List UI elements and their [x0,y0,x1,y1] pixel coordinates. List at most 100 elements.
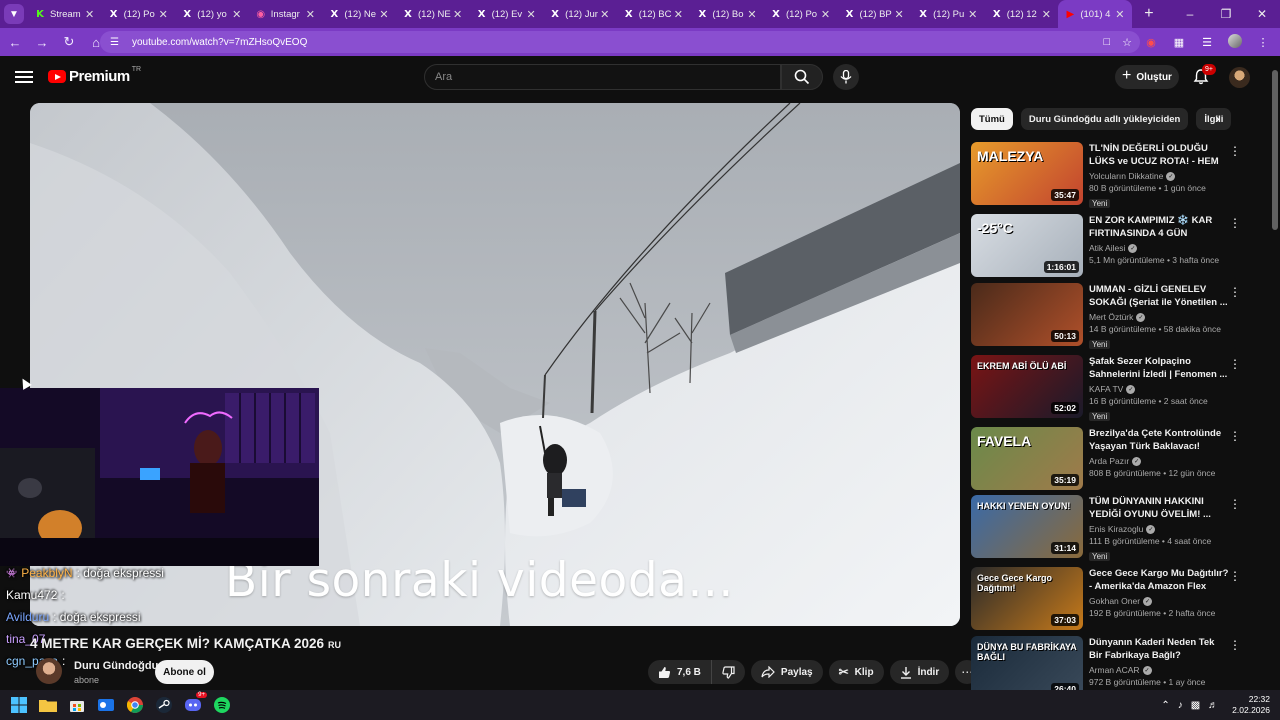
recommended-channel[interactable]: KAFA TV ✓ [1089,384,1229,394]
youtube-logo[interactable]: Premium TR [48,66,141,85]
discord-icon[interactable]: 9+ [183,692,207,715]
browser-menu-icon[interactable]: ⋮ [1254,36,1272,49]
profile-avatar[interactable] [1226,33,1244,51]
filter-chip[interactable]: Tümü [971,108,1013,130]
network-icon[interactable]: ▩ [1191,700,1200,711]
like-button[interactable]: 7,6 B [648,660,712,684]
browser-tab[interactable]: K Stream ✕ [28,0,102,28]
more-options-icon[interactable]: ⋮ [1229,429,1241,443]
tab-close-icon[interactable]: ✕ [599,8,611,21]
video-thumbnail[interactable]: EKREM ABİ ÖLÜ ABİ 52:02 [971,355,1083,418]
subscribe-button[interactable]: Abone ol [155,660,214,684]
browser-tab[interactable]: X (12) Jur ✕ [543,0,617,28]
voice-search-button[interactable] [833,64,859,90]
reading-list-icon[interactable]: ☰ [1198,36,1216,49]
share-button[interactable]: Paylaş [750,660,823,684]
maximize-button[interactable]: ❐ [1208,0,1244,28]
recommended-video-title[interactable]: TL'NİN DEĞERLİ OLDUĞU LÜKS ve UCUZ ROTA!… [1089,142,1229,168]
browser-tab[interactable]: X (12) yo ✕ [175,0,249,28]
video-thumbnail[interactable]: -25°C 1:16:01 [971,214,1083,277]
recommended-video-title[interactable]: UMMAN - GİZLİ GENELEV SOKAĞI (Şeriat ile… [1089,283,1229,309]
bookmark-star-icon[interactable]: ☆ [1122,36,1132,49]
recommended-channel[interactable]: Yolcuların Dikkatine ✓ [1089,171,1229,181]
recommended-video-title[interactable]: EN ZOR KAMPIMIZ ❄️ KAR FIRTINASINDA 4 GÜ… [1089,214,1229,240]
recommended-video[interactable]: EKREM ABİ ÖLÜ ABİ 52:02 Şafak Sezer Kolpaç… [971,355,1241,421]
windows-start-icon[interactable] [9,695,29,715]
tray-overflow-icon[interactable]: ⌃ [1161,700,1169,711]
account-avatar[interactable] [1229,67,1250,88]
create-button[interactable]: + Oluştur [1115,65,1179,89]
tab-close-icon[interactable]: ✕ [967,8,979,21]
recommended-video-title[interactable]: Şafak Sezer Kolpaçino Sahnelerini İzledi… [1089,355,1229,381]
browser-tab[interactable]: X (12) Pu ✕ [911,0,985,28]
recommended-channel[interactable]: Enis Kirazoglu ✓ [1089,524,1229,534]
recommended-channel[interactable]: Atik Ailesi ✓ [1089,243,1229,253]
clip-button[interactable]: ✂ Klip [828,660,884,684]
store-icon[interactable] [67,695,87,715]
video-thumbnail[interactable]: HAKKI YENEN OYUN! 31:14 [971,495,1083,558]
site-info-icon[interactable]: ☰ [110,37,124,48]
recommended-channel[interactable]: Arda Pazır ✓ [1089,456,1229,466]
browser-tab[interactable]: X (12) Ev ✕ [470,0,544,28]
recommended-channel[interactable]: Mert Öztürk ✓ [1089,312,1229,322]
guide-menu-icon[interactable] [14,67,34,87]
channel-avatar[interactable] [36,658,62,684]
browser-tab[interactable]: X (12) Po ✕ [102,0,176,28]
recommended-video[interactable]: -25°C 1:16:01 EN ZOR KAMPIMIZ ❄️ KAR FIRTI… [971,214,1241,280]
tab-close-icon[interactable]: ✕ [231,8,243,21]
browser-tab[interactable]: X (12) 12 ✕ [985,0,1059,28]
back-button[interactable]: ← [3,30,27,54]
file-explorer-icon[interactable] [38,695,58,715]
browser-tab[interactable]: X (12) Po ✕ [764,0,838,28]
extensions-puzzle-icon[interactable]: ▦ [1170,36,1188,49]
new-tab-button[interactable]: + [1138,5,1160,23]
close-window-button[interactable]: ✕ [1244,0,1280,28]
tab-close-icon[interactable]: ✕ [452,8,464,21]
more-options-icon[interactable]: ⋮ [1229,216,1241,230]
browser-tab[interactable]: X (12) NE ✕ [396,0,470,28]
microphone-tray-icon[interactable]: ♪ [1178,700,1183,711]
notifications-button[interactable]: 9+ [1192,64,1216,88]
tab-close-icon[interactable]: ✕ [378,8,390,21]
video-thumbnail[interactable]: MALEZYA 35:47 [971,142,1083,205]
scrollbar-thumb[interactable] [1272,70,1278,230]
browser-tab[interactable]: ◉ Instagr ✕ [249,0,323,28]
more-options-icon[interactable]: ⋮ [1229,144,1241,158]
chrome-icon[interactable] [125,695,145,715]
filter-chip[interactable]: İlgili [1196,108,1231,130]
tab-close-icon[interactable]: ✕ [672,8,684,21]
reload-button[interactable]: ↻ [57,30,81,54]
recommended-video-title[interactable]: Dünyanın Kaderi Neden Tek Bir Fabrikaya … [1089,636,1229,662]
channel-name[interactable]: Duru Gündoğdu [74,660,158,672]
video-thumbnail[interactable]: FAVELA 35:19 [971,427,1083,490]
tab-close-icon[interactable]: ✕ [746,8,758,21]
page-scrollbar[interactable] [1270,60,1280,690]
steam-icon[interactable] [154,695,174,715]
browser-tab[interactable]: ▶ (101) 4 ✕ [1058,0,1132,28]
browser-tab[interactable]: X (12) Bo ✕ [690,0,764,28]
install-app-icon[interactable]: □ [1103,36,1110,49]
taskbar-clock[interactable]: 22:32 2.02.2026 [1232,694,1270,716]
recommended-video-title[interactable]: Gece Gece Kargo Mu Dağıtılır? - Amerika'… [1089,567,1229,593]
tab-close-icon[interactable]: ✕ [1114,8,1126,21]
search-input[interactable]: Ara [424,64,781,90]
recommended-video[interactable]: FAVELA 35:19 Brezilya'da Çete Kontrolünde … [971,427,1241,493]
browser-tab[interactable]: X (12) Ne ✕ [322,0,396,28]
tab-close-icon[interactable]: ✕ [84,8,96,21]
tab-close-icon[interactable]: ✕ [820,8,832,21]
browser-tab[interactable]: X (12) BP ✕ [838,0,912,28]
tab-close-icon[interactable]: ✕ [525,8,537,21]
extension-red-icon[interactable]: ◉ [1142,36,1160,49]
recommended-video[interactable]: Gece Gece Kargo Dağıtımı! 37:03 Gece Gece … [971,567,1241,633]
more-options-icon[interactable]: ⋮ [1229,569,1241,583]
recommended-video-title[interactable]: Brezilya'da Çete Kontrolünde Yaşayan Tür… [1089,427,1229,453]
tab-close-icon[interactable]: ✕ [1040,8,1052,21]
browser-tab[interactable]: X (12) BC ✕ [617,0,691,28]
more-options-icon[interactable]: ⋮ [1229,497,1241,511]
more-options-icon[interactable]: ⋮ [1229,638,1241,652]
forward-button[interactable]: → [30,30,54,54]
tab-close-icon[interactable]: ✕ [304,8,316,21]
video-thumbnail[interactable]: Gece Gece Kargo Dağıtımı! 37:03 [971,567,1083,630]
dislike-button[interactable] [712,660,745,684]
recommended-video[interactable]: HAKKI YENEN OYUN! 31:14 TÜM DÜNYANIN HAKKI… [971,495,1241,561]
